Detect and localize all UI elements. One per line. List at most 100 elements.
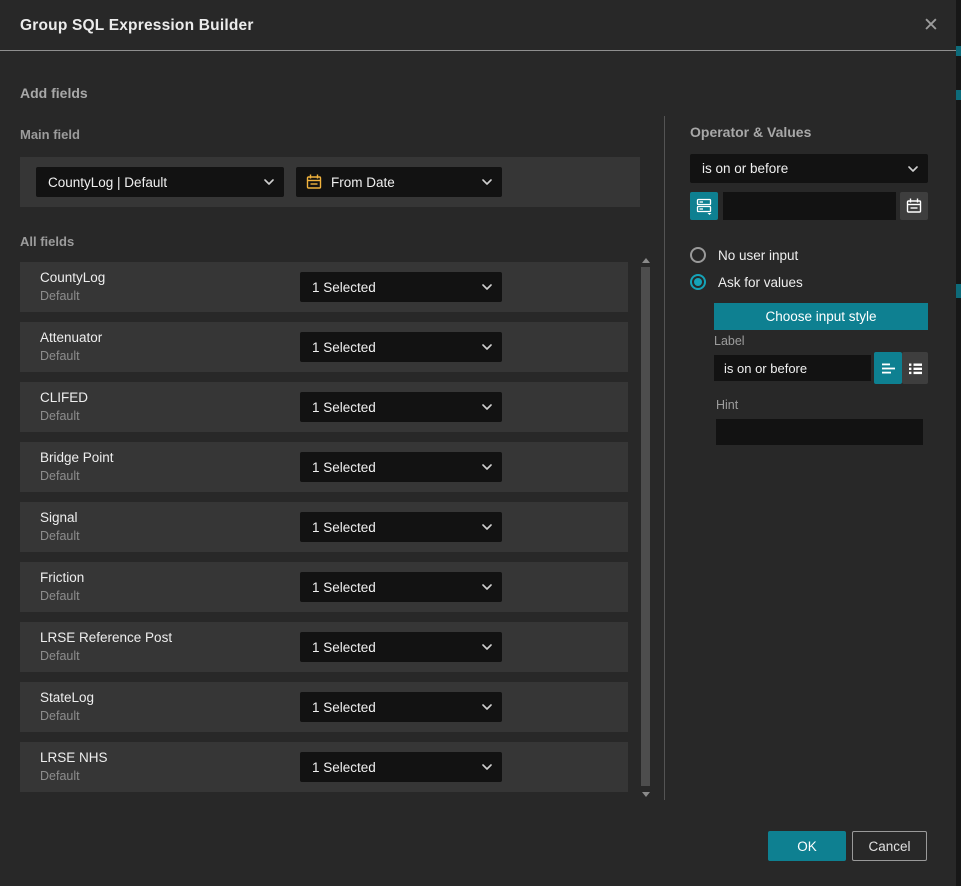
operator-select[interactable]: is on or before	[690, 154, 928, 183]
dialog-title: Group SQL Expression Builder	[20, 0, 254, 51]
all-fields-list: CountyLog Default 1 Selected Attenuator …	[20, 262, 628, 802]
field-selected-dropdown[interactable]: 1 Selected	[300, 632, 502, 662]
date-field-select-value: From Date	[331, 175, 395, 190]
field-subtitle: Default	[40, 769, 80, 783]
field-subtitle: Default	[40, 529, 80, 543]
field-selected-value: 1 Selected	[312, 280, 376, 295]
field-row: Signal Default 1 Selected	[20, 502, 628, 552]
field-selected-dropdown[interactable]: 1 Selected	[300, 392, 502, 422]
chevron-down-icon	[482, 344, 492, 350]
field-row: Bridge Point Default 1 Selected	[20, 442, 628, 492]
align-left-style-button[interactable]	[874, 352, 902, 384]
field-row: CLIFED Default 1 Selected	[20, 382, 628, 432]
field-selected-value: 1 Selected	[312, 760, 376, 775]
dialog-header: Group SQL Expression Builder ✕	[0, 0, 956, 51]
background-edge-accent	[956, 90, 961, 100]
field-subtitle: Default	[40, 349, 80, 363]
main-field-label: Main field	[20, 127, 80, 142]
field-name: Bridge Point	[40, 450, 114, 465]
operator-select-value: is on or before	[702, 161, 788, 176]
cancel-button[interactable]: Cancel	[852, 831, 927, 861]
radio-circle-icon	[690, 247, 706, 263]
field-row: Friction Default 1 Selected	[20, 562, 628, 612]
all-fields-label: All fields	[20, 234, 74, 249]
label-input[interactable]	[714, 355, 871, 381]
chevron-down-icon	[908, 166, 918, 172]
field-selected-dropdown[interactable]: 1 Selected	[300, 272, 502, 302]
choose-input-style-button[interactable]: Choose input style	[714, 303, 928, 330]
date-value-input[interactable]	[723, 192, 896, 220]
field-name: Attenuator	[40, 330, 102, 345]
radio-option[interactable]: Ask for values	[690, 273, 803, 291]
chevron-down-icon	[482, 584, 492, 590]
add-fields-heading: Add fields	[20, 85, 88, 101]
field-selected-value: 1 Selected	[312, 400, 376, 415]
background-edge-accent	[956, 46, 961, 56]
layer-select[interactable]: CountyLog | Default	[36, 167, 284, 197]
calendar-icon	[306, 174, 322, 190]
label-field-label: Label	[714, 334, 745, 348]
chevron-down-icon	[482, 704, 492, 710]
field-name: CLIFED	[40, 390, 88, 405]
field-name: Friction	[40, 570, 84, 585]
panel-divider	[664, 116, 665, 800]
background-edge-strip	[956, 0, 961, 886]
list-scrollbar	[641, 256, 651, 802]
field-selected-value: 1 Selected	[312, 640, 376, 655]
chevron-down-icon	[482, 284, 492, 290]
radio-circle-icon	[690, 274, 706, 290]
field-name: LRSE Reference Post	[40, 630, 172, 645]
hint-input[interactable]	[716, 419, 923, 445]
field-subtitle: Default	[40, 709, 80, 723]
scroll-up-icon[interactable]	[642, 258, 650, 263]
date-field-select[interactable]: From Date	[296, 167, 502, 197]
field-subtitle: Default	[40, 469, 80, 483]
list-style-button[interactable]	[902, 352, 928, 384]
field-selected-value: 1 Selected	[312, 460, 376, 475]
scroll-down-icon[interactable]	[642, 792, 650, 797]
hint-field-label: Hint	[716, 398, 738, 412]
field-row: LRSE Reference Post Default 1 Selected	[20, 622, 628, 672]
close-icon[interactable]: ✕	[918, 13, 944, 39]
field-subtitle: Default	[40, 409, 80, 423]
field-name: CountyLog	[40, 270, 105, 285]
field-name: LRSE NHS	[40, 750, 108, 765]
field-selected-dropdown[interactable]: 1 Selected	[300, 452, 502, 482]
field-selected-dropdown[interactable]: 1 Selected	[300, 572, 502, 602]
date-picker-button[interactable]	[900, 192, 928, 220]
field-row: CountyLog Default 1 Selected	[20, 262, 628, 312]
layer-select-value: CountyLog | Default	[48, 175, 167, 190]
scrollbar-thumb[interactable]	[641, 267, 650, 786]
background-edge-accent	[956, 284, 961, 298]
radio-option[interactable]: No user input	[690, 246, 798, 264]
field-row: Attenuator Default 1 Selected	[20, 322, 628, 372]
chevron-down-icon	[264, 179, 274, 185]
field-subtitle: Default	[40, 289, 80, 303]
input-style-button[interactable]	[690, 192, 718, 220]
chevron-down-icon	[482, 404, 492, 410]
field-subtitle: Default	[40, 649, 80, 663]
field-row: StateLog Default 1 Selected	[20, 682, 628, 732]
radio-label: Ask for values	[718, 275, 803, 290]
field-selected-value: 1 Selected	[312, 520, 376, 535]
chevron-down-icon	[482, 644, 492, 650]
operator-values-heading: Operator & Values	[690, 124, 811, 140]
chevron-down-icon	[482, 764, 492, 770]
field-name: Signal	[40, 510, 78, 525]
field-subtitle: Default	[40, 589, 80, 603]
chevron-down-icon	[482, 524, 492, 530]
field-row: LRSE NHS Default 1 Selected	[20, 742, 628, 792]
field-selected-value: 1 Selected	[312, 700, 376, 715]
field-selected-dropdown[interactable]: 1 Selected	[300, 512, 502, 542]
chevron-down-icon	[482, 464, 492, 470]
chevron-down-icon	[482, 179, 492, 185]
main-field-panel: CountyLog | Default From Date	[20, 157, 640, 207]
field-selected-value: 1 Selected	[312, 340, 376, 355]
field-selected-value: 1 Selected	[312, 580, 376, 595]
field-selected-dropdown[interactable]: 1 Selected	[300, 692, 502, 722]
field-selected-dropdown[interactable]: 1 Selected	[300, 752, 502, 782]
ok-button[interactable]: OK	[768, 831, 846, 861]
field-selected-dropdown[interactable]: 1 Selected	[300, 332, 502, 362]
radio-label: No user input	[718, 248, 798, 263]
field-name: StateLog	[40, 690, 94, 705]
